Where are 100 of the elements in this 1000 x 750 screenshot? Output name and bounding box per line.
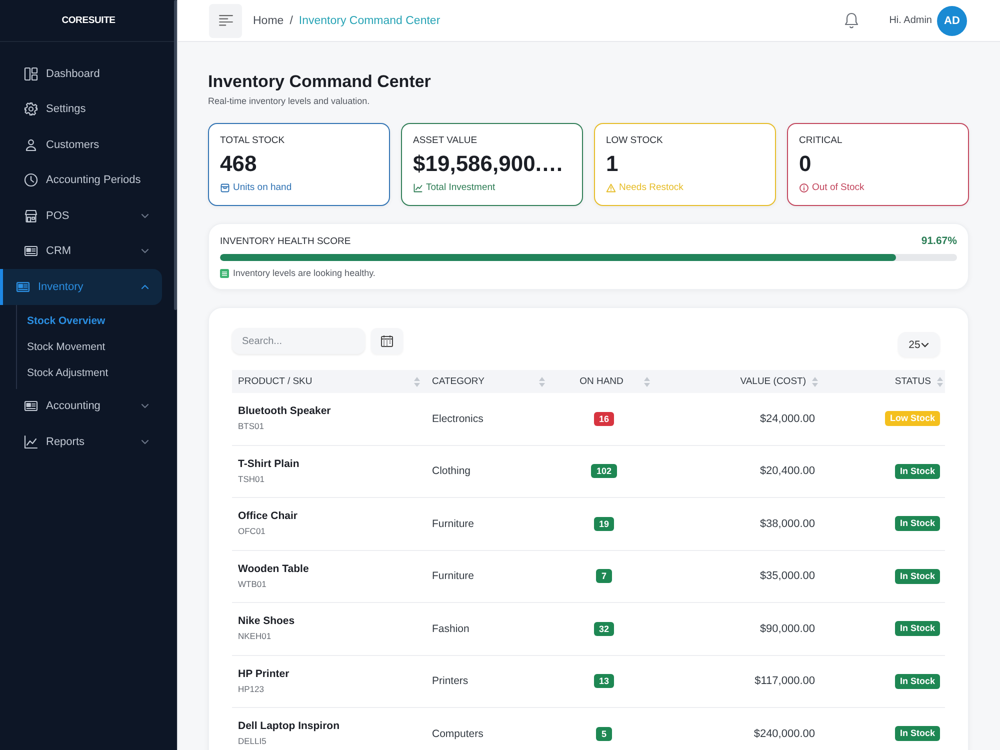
sidebar-item[interactable]: Accounting Periods	[0, 162, 162, 198]
value-text: $240,000.00	[754, 728, 815, 740]
stock-count-badge: 7	[596, 569, 612, 584]
status-badge: In Stock	[894, 621, 940, 636]
calendar-button[interactable]	[371, 328, 403, 354]
submenu-item[interactable]: Stock Overview	[27, 308, 106, 334]
scrollbar-thumb[interactable]	[174, 0, 177, 310]
sort-icon	[644, 376, 650, 386]
product-sku: DELLI5	[238, 736, 266, 748]
box-icon	[220, 183, 230, 193]
stock-count-badge: 13	[594, 674, 614, 688]
settings-icon	[24, 102, 38, 116]
product-sku: BTS01	[238, 421, 264, 432]
health-label: INVENTORY HEALTH SCORE	[220, 236, 351, 246]
stat-value: 468	[220, 151, 257, 177]
product-name: HP Printer	[238, 668, 290, 681]
product-name: Office Chair	[238, 510, 298, 524]
page-size-select[interactable]: 25	[898, 332, 940, 357]
stat-note: Out of Stock	[812, 182, 864, 194]
id-card-icon	[24, 399, 38, 414]
product-sku: WTB01	[238, 578, 266, 590]
greeting-text: Hi. Admin	[889, 15, 932, 26]
logo-text: CORESUITE	[62, 15, 116, 26]
column-header[interactable]: PRODUCT / SKU	[232, 370, 425, 393]
breadcrumb-separator: /	[290, 14, 293, 26]
warning-icon	[606, 183, 616, 193]
stat-label: TOTAL STOCK	[220, 135, 285, 147]
breadcrumb-link[interactable]: Home	[253, 14, 284, 26]
stock-count-badge: 32	[594, 622, 614, 636]
status-badge: In Stock	[894, 516, 940, 532]
trend-chart-icon	[413, 183, 423, 193]
product-name: Bluetooth Speaker	[238, 405, 331, 418]
notification-bell-icon	[844, 12, 860, 29]
user-icon	[24, 138, 38, 152]
category-text: Fashion	[432, 622, 470, 635]
category-text: Electronics	[432, 412, 484, 425]
status-badge: In Stock	[894, 726, 940, 742]
sort-icon	[812, 376, 818, 386]
sort-icon	[414, 376, 420, 386]
stat-note: Units on hand	[233, 182, 292, 194]
sidebar-item[interactable]: Inventory	[0, 269, 162, 304]
calendar-icon	[381, 335, 393, 347]
stat-value: $19,586,900.…	[413, 151, 564, 177]
info-icon	[799, 183, 809, 193]
stock-count-badge: 16	[594, 412, 614, 426]
chevron-down-icon	[921, 342, 930, 348]
sidebar-item[interactable]: Settings	[0, 92, 162, 127]
page-title: Inventory Command Center	[208, 72, 431, 92]
product-name: T-Shirt Plain	[238, 458, 300, 471]
category-text: Clothing	[432, 465, 471, 478]
submenu-item[interactable]: Stock Movement	[27, 334, 106, 360]
column-header[interactable]: CATEGORY	[425, 370, 553, 393]
status-badge: Low Stock	[884, 411, 940, 426]
product-sku: HP123	[238, 684, 264, 695]
stock-count-badge: 5	[596, 726, 612, 741]
status-badge: In Stock	[894, 568, 940, 584]
stat-label: ASSET VALUE	[413, 135, 478, 147]
health-note: Inventory levels are looking healthy.	[233, 268, 376, 278]
category-text: Furniture	[432, 518, 474, 530]
category-text: Printers	[432, 675, 468, 688]
sort-icon	[539, 376, 545, 386]
value-text: $20,400.00	[760, 465, 815, 478]
sort-icon	[937, 376, 943, 386]
value-text: $90,000.00	[760, 622, 815, 635]
column-header[interactable]: STATUS	[820, 370, 945, 393]
user-avatar[interactable]: AD	[937, 6, 967, 36]
value-text: $35,000.00	[760, 570, 815, 582]
product-name: Dell Laptop Inspiron	[238, 720, 340, 734]
id-card-icon	[24, 244, 38, 258]
sidebar-item[interactable]: Dashboard	[0, 56, 162, 92]
layout-icon	[24, 66, 38, 81]
product-sku: NKEH01	[238, 631, 272, 642]
submenu-item[interactable]: Stock Adjustment	[27, 360, 108, 386]
page-subtitle: Real-time inventory levels and valuation.	[208, 96, 370, 107]
sidebar-item[interactable]: CRM	[0, 234, 162, 269]
sidebar-item[interactable]: Reports	[0, 424, 162, 460]
stat-label: LOW STOCK	[606, 135, 663, 147]
column-header[interactable]: ON HAND	[553, 370, 655, 393]
stat-note: Total Investment	[426, 182, 496, 194]
column-header[interactable]: VALUE (COST)	[655, 370, 820, 393]
product-name: Nike Shoes	[238, 615, 295, 628]
sidebar-item[interactable]: Customers	[0, 127, 162, 162]
store-icon	[24, 208, 38, 223]
status-badge: In Stock	[894, 674, 940, 689]
sidebar-item[interactable]: POS	[0, 198, 162, 234]
category-text: Computers	[432, 728, 484, 740]
menu-icon	[218, 15, 232, 26]
clock-icon	[24, 173, 38, 188]
list-icon	[220, 268, 229, 278]
stock-count-badge: 19	[594, 516, 614, 531]
stat-label: CRITICAL	[799, 135, 842, 147]
health-score: 91.67%	[921, 235, 957, 247]
search-field[interactable]: Search...	[232, 328, 365, 354]
sidebar-item[interactable]: Accounting	[0, 388, 162, 424]
id-card-icon	[16, 280, 30, 294]
line-chart-icon	[24, 434, 38, 449]
menu-button[interactable]	[209, 4, 242, 38]
value-text: $24,000.00	[760, 412, 815, 425]
stat-value: 1	[606, 151, 618, 177]
category-text: Furniture	[432, 570, 474, 582]
